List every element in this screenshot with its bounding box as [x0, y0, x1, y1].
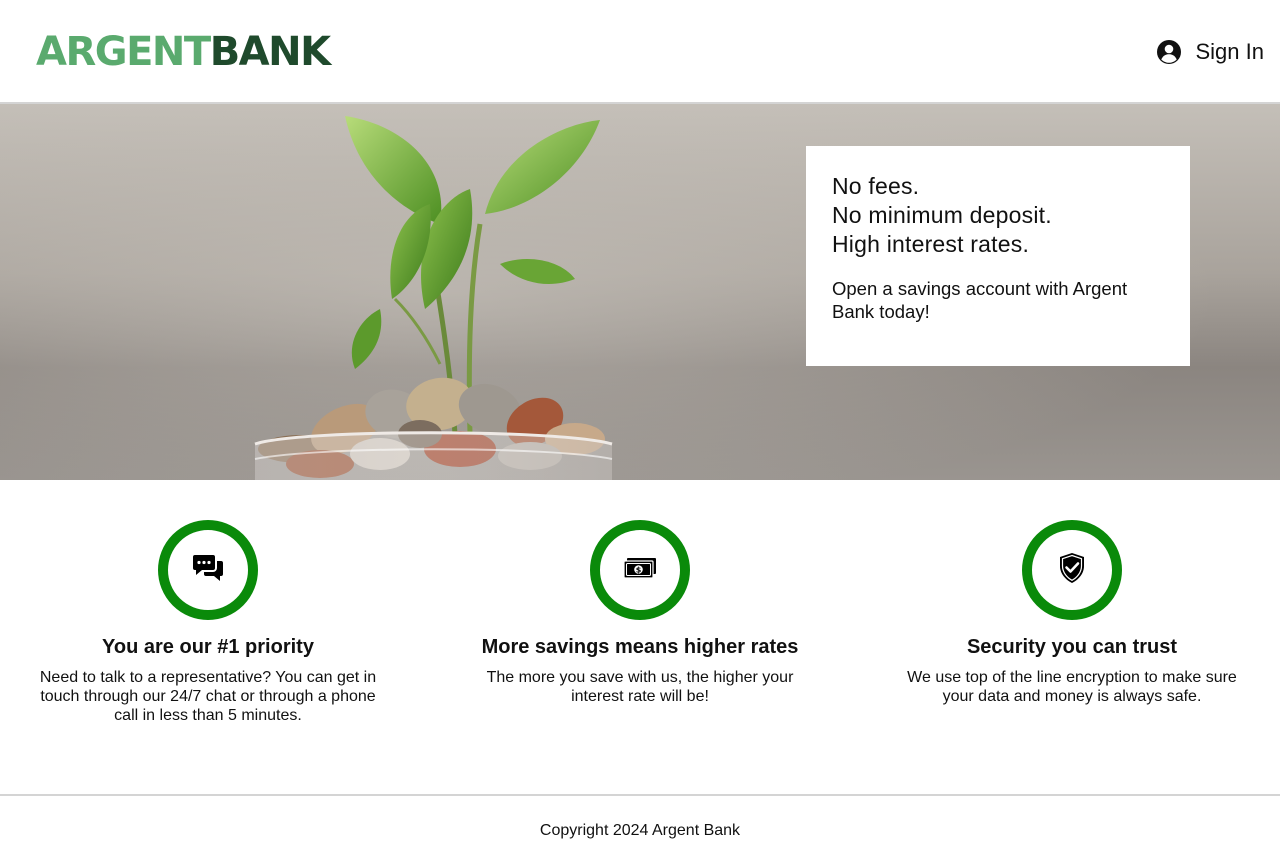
copyright-text: Copyright 2024 Argent Bank	[539, 822, 741, 839]
sign-in-label: Sign In	[1195, 39, 1265, 64]
promo-subtext: Open a savings account with Argent Bank …	[832, 278, 1128, 322]
promo-card: No fees. No minimum deposit. High intere…	[806, 146, 1190, 366]
feature-title: Security you can trust	[966, 636, 1178, 658]
feature-title: You are our #1 priority	[102, 636, 314, 658]
feature-title: More savings means higher rates	[481, 636, 799, 658]
feature-description: The more you save with us, the higher yo…	[486, 669, 794, 705]
feature-item: Security you can trust We use top of the…	[892, 520, 1252, 706]
promo-line: No minimum deposit.	[832, 202, 1052, 228]
feature-icon-ring	[158, 520, 258, 620]
user-circle-icon	[1156, 39, 1182, 65]
footer: Copyright 2024 Argent Bank	[0, 794, 1280, 845]
shield-check-icon	[1058, 552, 1086, 589]
features-section: You are our #1 priority Need to talk to …	[0, 520, 1280, 740]
chat-icon	[192, 553, 224, 588]
feature-icon-ring: $	[590, 520, 690, 620]
feature-description: We use top of the line encryption to mak…	[907, 669, 1237, 705]
svg-text:$: $	[636, 565, 642, 574]
promo-line: High interest rates.	[832, 231, 1030, 257]
hero-banner: No fees. No minimum deposit. High intere…	[0, 104, 1280, 480]
sign-in-link[interactable]: Sign In	[1156, 34, 1265, 70]
feature-description: Need to talk to a representative? You ca…	[39, 669, 377, 724]
logo-text-bank: BANK	[209, 29, 331, 75]
logo-text-argent: ARGENT	[36, 29, 211, 75]
feature-item: $ More savings means higher rates The mo…	[460, 520, 820, 706]
feature-item: You are our #1 priority Need to talk to …	[28, 520, 388, 725]
promo-line: No fees.	[832, 173, 920, 199]
money-bill-icon: $	[623, 557, 657, 584]
feature-icon-ring	[1022, 520, 1122, 620]
main-nav: ARGENTBANK Sign In	[0, 0, 1280, 104]
argent-bank-logo[interactable]: ARGENTBANK	[36, 28, 331, 76]
